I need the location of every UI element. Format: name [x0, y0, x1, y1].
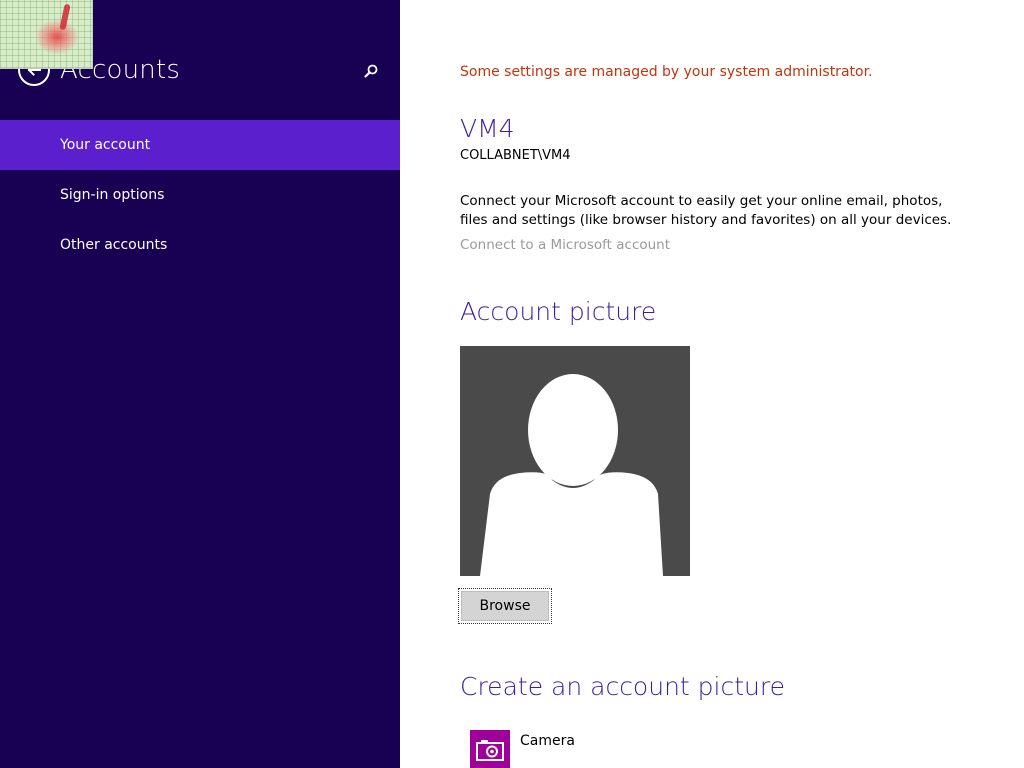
- corner-thumbnail: [0, 0, 92, 68]
- search-button[interactable]: [360, 60, 382, 82]
- camera-label: Camera: [520, 733, 575, 749]
- sidebar: Accounts Your account Sign-in options Ot…: [0, 0, 400, 768]
- account-picture: [460, 346, 690, 576]
- browse-button[interactable]: Browse: [458, 588, 552, 624]
- account-domain: COLLABNET\VM4: [460, 148, 571, 163]
- connect-description: Connect your Microsoft account to easily…: [460, 193, 952, 228]
- sidebar-item-label: Sign-in options: [60, 187, 165, 203]
- main-content: Some settings are managed by your system…: [458, 0, 1000, 768]
- sidebar-item-sign-in-options[interactable]: Sign-in options: [0, 170, 400, 220]
- settings-window: Accounts Your account Sign-in options Ot…: [0, 0, 1024, 768]
- default-user-avatar-icon: [480, 374, 663, 576]
- sidebar-item-other-accounts[interactable]: Other accounts: [0, 220, 400, 270]
- connect-microsoft-account-link[interactable]: Connect to a Microsoft account: [460, 237, 670, 253]
- sidebar-item-your-account[interactable]: Your account: [0, 120, 400, 170]
- camera-tile: [470, 730, 510, 768]
- camera-icon: [476, 740, 504, 761]
- sidebar-item-label: Other accounts: [60, 237, 168, 253]
- admin-managed-notice: Some settings are managed by your system…: [460, 64, 873, 80]
- account-name: VM4: [460, 114, 515, 143]
- search-icon: [364, 64, 378, 78]
- account-picture-heading: Account picture: [460, 297, 657, 326]
- sidebar-nav: Your account Sign-in options Other accou…: [0, 120, 400, 270]
- create-account-picture-heading: Create an account picture: [460, 672, 785, 701]
- browse-button-label: Browse: [461, 591, 549, 621]
- sidebar-item-label: Your account: [60, 137, 151, 153]
- camera-app-item[interactable]: Camera: [470, 730, 575, 768]
